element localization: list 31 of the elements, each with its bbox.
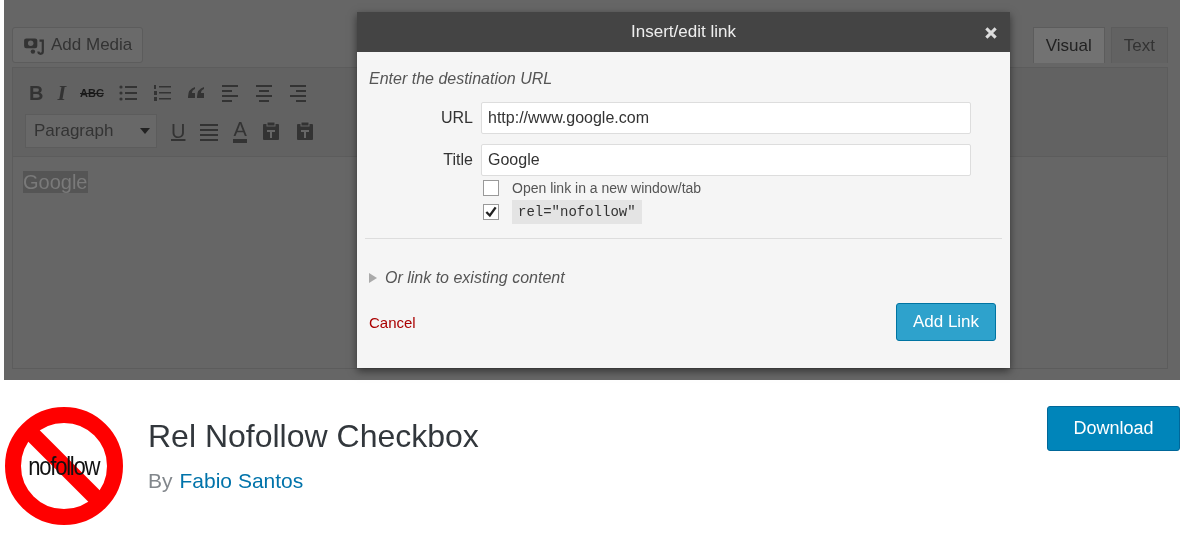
editor-tab[interactable]: Visual [1032,27,1105,63]
existing-content-toggle[interactable]: Or link to existing content [385,269,565,287]
paste-text-icon[interactable] [260,121,281,141]
author-link[interactable]: Fabio Santos [179,469,304,493]
align-left-icon[interactable] [219,83,240,103]
download-button[interactable]: Download [1047,406,1180,451]
checkbox[interactable] [483,180,499,196]
input-field[interactable]: Google [481,144,971,176]
checkbox[interactable] [483,204,499,220]
align-right-icon[interactable] [287,83,308,103]
instruction-text: Enter the destination URL [369,70,554,88]
strikethrough-button[interactable]: ABC [80,87,104,99]
input-field[interactable]: http://www.google.com [481,102,971,134]
bullet-list-icon[interactable] [117,83,138,103]
add-link-button[interactable]: Add Link [896,303,996,341]
byline-prefix: By [148,469,173,493]
dialog-title: Insert/edit link [631,22,736,42]
add-media-button[interactable]: Add Media [12,27,144,63]
option-label: Open link in a new window/tab [512,180,702,196]
plugin-title: Rel Nofollow Checkbox [148,418,480,455]
paste-word-icon[interactable] [294,121,315,141]
align-center-icon[interactable] [253,83,274,103]
option-label: rel="nofollow" [512,200,642,224]
close-icon[interactable] [984,26,998,40]
field-label: Title [442,151,473,169]
numbered-list-icon[interactable] [151,83,172,103]
field-label: URL [440,109,473,127]
expand-triangle-icon[interactable] [369,273,377,283]
justify-icon[interactable] [199,121,220,141]
cancel-link[interactable]: Cancel [369,313,416,331]
caret-icon [140,128,150,134]
